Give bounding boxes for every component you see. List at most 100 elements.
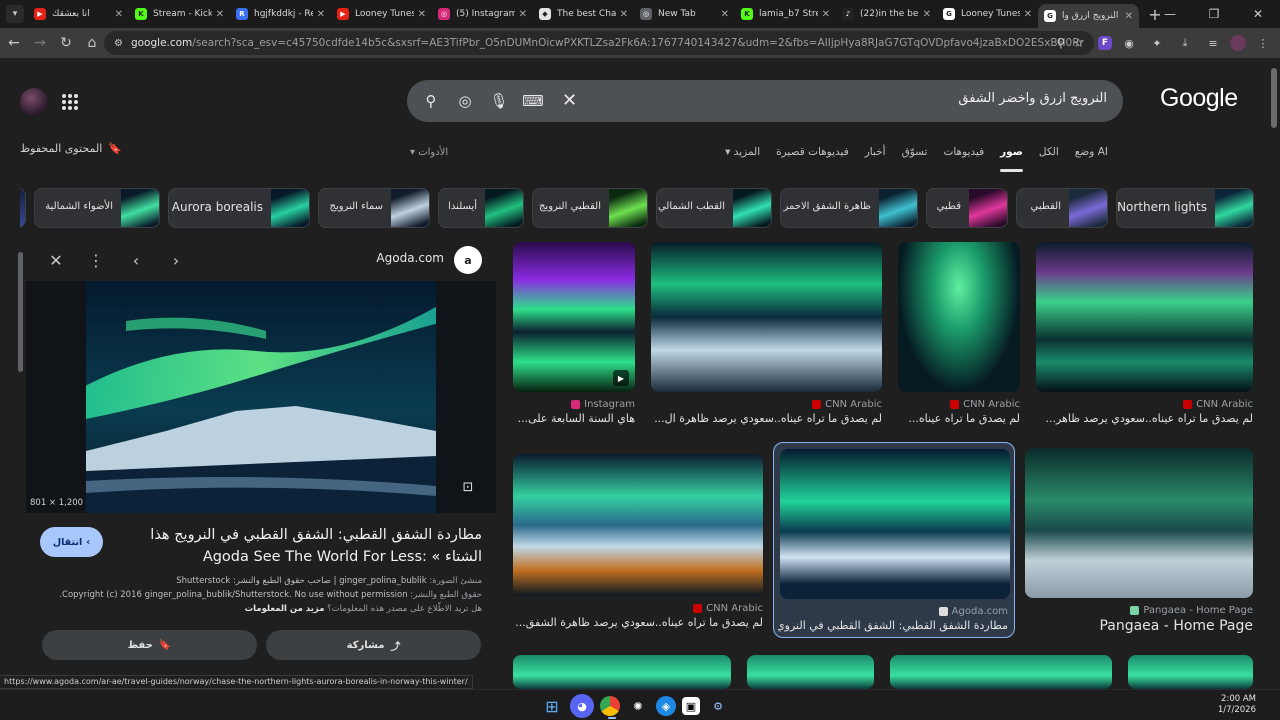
- image-result-card-partial[interactable]: [890, 655, 1112, 689]
- result-caption[interactable]: Pangaea - Home Page: [1025, 618, 1253, 634]
- zoom-icon[interactable]: ⚲: [1056, 36, 1065, 50]
- tab-search-button[interactable]: ▾: [6, 5, 24, 23]
- related-search-chip[interactable]: القطب الشمالي: [656, 188, 772, 228]
- clear-search-icon[interactable]: ✕: [562, 90, 577, 111]
- keyboard-icon[interactable]: ⌨: [522, 91, 544, 111]
- browser-menu-icon[interactable]: ⋮: [1252, 32, 1274, 54]
- browser-tab[interactable]: K Stream - Kick ✕: [129, 0, 230, 28]
- result-source[interactable]: Pangaea - Home Page: [1130, 605, 1253, 616]
- result-thumbnail[interactable]: [1128, 655, 1253, 689]
- tab-close-icon[interactable]: ✕: [418, 9, 426, 20]
- preview-source-name[interactable]: Agoda.com: [376, 251, 444, 265]
- extension-f-icon[interactable]: F: [1098, 36, 1112, 50]
- openai-icon[interactable]: ✺: [626, 694, 650, 718]
- more-options-icon[interactable]: ⋮: [86, 250, 106, 270]
- result-source[interactable]: Instagram: [571, 399, 635, 410]
- related-search-chip[interactable]: القطبي النرويج: [532, 188, 648, 228]
- visual-search-icon[interactable]: ⊡: [458, 477, 478, 497]
- account-avatar[interactable]: [20, 88, 48, 116]
- result-source[interactable]: Agoda.com: [938, 606, 1008, 617]
- browser-tab[interactable]: ◎ (5) Instagram ✕: [432, 0, 533, 28]
- result-source[interactable]: CNN Arabic: [1183, 399, 1253, 410]
- result-thumbnail[interactable]: [898, 242, 1020, 392]
- result-thumbnail[interactable]: [513, 454, 763, 596]
- result-thumbnail[interactable]: [780, 449, 1010, 599]
- preview-image-container[interactable]: 801 × 1,200 ⊡: [26, 281, 496, 513]
- tab-close-icon[interactable]: ✕: [721, 9, 729, 20]
- tab-close-icon[interactable]: ✕: [216, 9, 224, 20]
- extension-cookie-icon[interactable]: ◉: [1118, 32, 1140, 54]
- more-info-link[interactable]: مزيد من المعلومات: [245, 604, 325, 614]
- chevron-right-icon[interactable]: ›: [166, 250, 186, 270]
- close-preview-icon[interactable]: ✕: [46, 250, 66, 270]
- preview-title[interactable]: مطاردة الشفق القطبي: الشفق القطبي في الن…: [122, 524, 482, 568]
- discord-icon[interactable]: ◕: [570, 694, 594, 718]
- save-button[interactable]: 🔖 حفظ: [42, 630, 257, 660]
- close-window-icon[interactable]: ✕: [1236, 0, 1280, 28]
- image-result-card[interactable]: ▶ Instagram هاي السنة السابعة على...: [513, 242, 635, 432]
- result-caption[interactable]: هاي السنة السابعة على...: [513, 412, 635, 425]
- tools-dropdown[interactable]: ▾ الأدوات: [410, 147, 448, 158]
- result-source[interactable]: CNN Arabic: [693, 603, 763, 614]
- tab-close-icon[interactable]: ✕: [317, 9, 325, 20]
- preview-aurora-image[interactable]: [86, 281, 436, 513]
- chevron-left-icon[interactable]: ‹: [126, 250, 146, 270]
- related-search-chip-partial[interactable]: [20, 188, 26, 228]
- search-query[interactable]: النرويج ازرق واخضر الشفق: [958, 91, 1107, 106]
- image-result-card[interactable]: CNN Arabic لم يصدق ما تراه عيناه..سعودي ي…: [651, 242, 882, 432]
- tab-close-icon[interactable]: ✕: [115, 9, 123, 20]
- result-thumbnail[interactable]: [513, 655, 731, 689]
- result-thumbnail[interactable]: [651, 242, 882, 392]
- image-result-card[interactable]: Pangaea - Home Page Pangaea - Home Page: [1025, 448, 1253, 638]
- filter-tab[interactable]: صور: [1000, 146, 1023, 172]
- image-result-card-partial[interactable]: [1128, 655, 1253, 689]
- image-result-card-partial[interactable]: [747, 655, 874, 689]
- tab-close-icon[interactable]: ✕: [822, 9, 830, 20]
- windows-start-icon[interactable]: ⊞: [540, 694, 564, 718]
- share-button[interactable]: ⤴ مشاركة: [266, 630, 481, 660]
- related-search-chip[interactable]: الأضواء الشمالية: [34, 188, 160, 228]
- lens-camera-icon[interactable]: ◎: [455, 91, 475, 111]
- visit-button[interactable]: انتقال ‹: [40, 527, 103, 557]
- system-clock[interactable]: 2:00 AM 1/7/2026: [1218, 694, 1256, 716]
- download-icon[interactable]: ⤓: [1174, 32, 1196, 54]
- tab-close-icon[interactable]: ✕: [519, 9, 527, 20]
- result-source[interactable]: CNN Arabic: [950, 399, 1020, 410]
- filter-tab[interactable]: وضع AI: [1075, 146, 1108, 164]
- tab-close-icon[interactable]: ✕: [1024, 9, 1032, 20]
- result-thumbnail[interactable]: [1025, 448, 1253, 598]
- related-search-chip[interactable]: أيسلندا: [438, 188, 524, 228]
- browser-tab[interactable]: ▶ Looney Tunes ✕: [331, 0, 432, 28]
- filter-tab[interactable]: تسوّق: [902, 146, 928, 164]
- media-control-icon[interactable]: ≡: [1202, 32, 1224, 54]
- filter-tab[interactable]: ▾ المزيد: [725, 146, 760, 164]
- page-scrollbar[interactable]: [1270, 58, 1278, 688]
- restore-icon[interactable]: ❐: [1192, 0, 1236, 28]
- reload-icon[interactable]: ↻: [54, 31, 78, 55]
- result-source[interactable]: CNN Arabic: [812, 399, 882, 410]
- browser-tab[interactable]: Rhgjfkddkj - Re ✕: [230, 0, 331, 28]
- browser-tab[interactable]: ▶ أنا بعشقك ✕: [28, 0, 129, 28]
- saved-content-link[interactable]: 🔖 المحتوى المحفوظ: [20, 142, 122, 155]
- result-caption[interactable]: لم يصدق ما تراه عيناه..سعودي يرصد ظاهرة …: [651, 412, 882, 425]
- home-icon[interactable]: ⌂: [80, 31, 104, 55]
- address-url[interactable]: google.com/search?sca_esv=c45750cdfde14b…: [131, 37, 1084, 49]
- result-caption[interactable]: لم يصدق ما تراه عيناه..سعودي يرصد ظاهرة …: [513, 616, 763, 629]
- bookmark-star-icon[interactable]: ☆: [1073, 36, 1084, 50]
- tab-close-icon[interactable]: ✕: [1125, 11, 1133, 22]
- related-search-chip[interactable]: سماء النرويج: [318, 188, 430, 228]
- result-caption[interactable]: لم يصدق ما تراه عيناه..سعودي يرصد ظاهر..…: [1036, 412, 1254, 425]
- address-bar[interactable]: ⚙ google.com/search?sca_esv=c45750cdfde1…: [104, 31, 1094, 55]
- result-thumbnail[interactable]: ▶: [513, 242, 635, 392]
- related-search-chip[interactable]: Northern lights: [1116, 188, 1254, 228]
- browser-tab[interactable]: G Looney Tunes ✕: [937, 0, 1038, 28]
- related-search-chip[interactable]: Aurora borealis: [168, 188, 310, 228]
- google-logo[interactable]: Google: [1160, 84, 1238, 113]
- voice-search-icon[interactable]: 🎙: [489, 91, 509, 111]
- result-thumbnail[interactable]: [890, 655, 1112, 689]
- forward-icon[interactable]: →: [28, 31, 52, 55]
- capcut-icon[interactable]: ▣: [682, 697, 700, 715]
- related-search-chip[interactable]: قطبي: [926, 188, 1008, 228]
- steam-icon[interactable]: ⚙: [706, 694, 730, 718]
- result-thumbnail[interactable]: [1036, 242, 1253, 392]
